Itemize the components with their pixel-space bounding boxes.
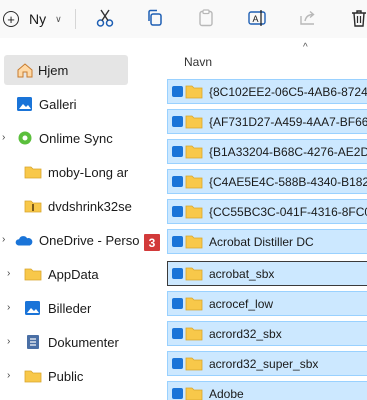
folder-icon (185, 327, 203, 341)
file-name: acrord32_sbx (209, 326, 282, 341)
sidebar-item-label: Public (48, 369, 84, 384)
file-row[interactable]: {8C102EE2-06C5-4AB6-8724-398 (167, 79, 367, 104)
folder-icon (185, 85, 203, 99)
checkbox-checked-icon[interactable] (172, 86, 183, 97)
file-row[interactable]: acrord32_sbx (167, 321, 367, 346)
step-number-badge: 3 (144, 234, 160, 251)
file-name: {B1A33204-B68C-4276-AE2D-53 (209, 144, 367, 159)
file-name: acrocef_low (209, 296, 274, 311)
file-name: {8C102EE2-06C5-4AB6-8724-398 (209, 84, 367, 99)
file-name: Acrobat Distiller DC (209, 234, 314, 249)
chevron-right-icon: › (7, 268, 11, 279)
folder-icon (185, 205, 203, 219)
chevron-right-icon: › (7, 370, 11, 381)
sidebar-item-public[interactable]: › Public (0, 361, 148, 391)
sidebar-item-label: OneDrive - Perso (39, 233, 140, 248)
checkbox-checked-icon[interactable] (172, 116, 183, 127)
sidebar-item-label: Hjem (38, 63, 69, 78)
new-label: Ny (29, 11, 47, 27)
folder-icon (24, 370, 42, 383)
share-icon[interactable] (298, 8, 318, 28)
folder-icon (185, 357, 203, 371)
file-row[interactable]: Adobe (167, 381, 367, 400)
sidebar-item-label: Galleri (39, 97, 77, 112)
delete-icon[interactable] (349, 8, 367, 28)
svg-text:A: A (253, 14, 259, 24)
file-name: acrord32_super_sbx (209, 356, 319, 371)
file-row[interactable]: {AF731D27-A459-4AA7-BF66-D (167, 109, 367, 134)
file-name: Adobe (209, 386, 244, 400)
sidebar-item-dvdshrink[interactable]: dvdshrink32se (0, 191, 148, 221)
file-name: {AF731D27-A459-4AA7-BF66-D (209, 114, 367, 129)
file-name: acrobat_sbx (209, 266, 275, 281)
checkbox-checked-icon[interactable] (172, 268, 183, 279)
file-row-focused[interactable]: acrobat_sbx (167, 261, 367, 286)
sidebar-item-moby-long[interactable]: moby-Long ar (0, 157, 148, 187)
sidebar-item-label: Onlime Sync (39, 131, 113, 146)
copy-icon[interactable] (145, 8, 165, 28)
documents-icon (27, 335, 39, 349)
file-row[interactable]: acrocef_low (167, 291, 367, 316)
sidebar-item-label: dvdshrink32se (48, 199, 132, 214)
folder-icon (185, 145, 203, 159)
column-header-label: Navn (184, 55, 213, 69)
folder-icon (185, 115, 203, 129)
sidebar-item-label: moby-Long ar (48, 165, 129, 180)
new-button[interactable]: + Ny ∨ (3, 7, 62, 31)
toolbar-divider (75, 9, 76, 29)
file-row[interactable]: acrord32_super_sbx (167, 351, 367, 376)
folder-icon (24, 166, 42, 179)
sidebar-item-dokumenter[interactable]: › Dokumenter (0, 327, 148, 357)
sidebar-item-galleri[interactable]: Galleri (0, 89, 148, 119)
chevron-down-icon: ∨ (55, 13, 62, 24)
folder-icon (185, 175, 203, 189)
file-row[interactable]: {CC55BC3C-041F-4316-8FC0-E3 (167, 199, 367, 224)
checkbox-checked-icon[interactable] (172, 328, 183, 339)
file-row[interactable]: {C4AE5E4C-588B-4340-B182-B1 (167, 169, 367, 194)
sidebar-item-onedrive[interactable]: › OneDrive - Perso (0, 225, 148, 255)
folder-icon (185, 235, 203, 249)
add-icon: + (3, 11, 19, 27)
sidebar-item-label: AppData (48, 267, 99, 282)
sort-ascending-icon: ^ (303, 42, 308, 53)
file-name: {CC55BC3C-041F-4316-8FC0-E3 (209, 204, 367, 219)
cloud-icon (15, 236, 33, 246)
file-row[interactable]: Acrobat Distiller DC (167, 229, 367, 254)
file-list: ^ Navn {8C102EE2-06C5-4AB6-8724-398 {AF7… (148, 38, 367, 400)
folder-icon (24, 268, 42, 281)
command-bar: + Ny ∨ A (0, 0, 367, 39)
gallery-icon (17, 97, 32, 111)
checkbox-checked-icon[interactable] (172, 358, 183, 369)
chevron-right-icon: › (7, 302, 11, 313)
chevron-right-icon: › (2, 132, 6, 143)
checkbox-checked-icon[interactable] (172, 176, 183, 187)
home-icon (17, 63, 33, 78)
sidebar-item-onlime-sync[interactable]: › Onlime Sync (0, 123, 148, 153)
pictures-icon (25, 301, 40, 315)
chevron-right-icon: › (7, 336, 11, 347)
sidebar-item-label: Billeder (48, 301, 92, 316)
sidebar-item-label: Dokumenter (48, 335, 119, 350)
paste-icon[interactable] (196, 8, 216, 28)
folder-icon (185, 297, 203, 311)
file-name: {C4AE5E4C-588B-4340-B182-B1 (209, 174, 367, 189)
sidebar-item-appdata[interactable]: › AppData (0, 259, 148, 289)
rename-icon[interactable]: A (247, 8, 267, 28)
zip-folder-icon (24, 200, 42, 213)
cut-icon[interactable] (95, 8, 115, 28)
sidebar-item-billeder[interactable]: › Billeder (0, 293, 148, 323)
checkbox-checked-icon[interactable] (172, 388, 183, 399)
sync-folder-icon (18, 131, 32, 145)
chevron-right-icon: › (2, 234, 6, 245)
file-row[interactable]: {B1A33204-B68C-4276-AE2D-53 (167, 139, 367, 164)
checkbox-checked-icon[interactable] (172, 146, 183, 157)
navigation-pane: Hjem Galleri › Onlime Sync moby-Long ar … (0, 38, 149, 400)
checkbox-checked-icon[interactable] (172, 206, 183, 217)
folder-icon (185, 387, 203, 400)
folder-icon (185, 267, 203, 281)
sidebar-item-hjem[interactable]: Hjem (4, 55, 128, 85)
checkbox-checked-icon[interactable] (172, 236, 183, 247)
column-header-name[interactable]: ^ Navn (148, 38, 367, 76)
checkbox-checked-icon[interactable] (172, 298, 183, 309)
